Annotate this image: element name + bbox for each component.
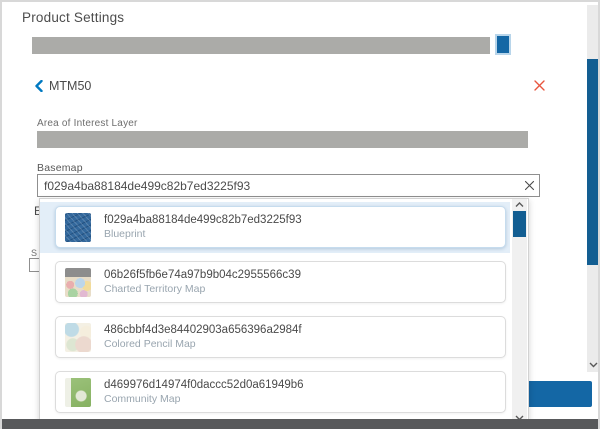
page-title: Product Settings	[22, 10, 124, 25]
basemap-list-item[interactable]: 486cbbf4d3e84402903a656396a2984f Colored…	[55, 313, 510, 363]
page-scrollbar[interactable]	[587, 5, 599, 372]
basemap-card[interactable]: d469976d14974f0daccc52d0a61949b6 Communi…	[55, 371, 506, 413]
basemap-label: Basemap	[37, 162, 83, 174]
close-icon[interactable]	[533, 79, 547, 93]
back-label: MTM50	[49, 79, 91, 93]
basemap-input[interactable]	[38, 179, 519, 193]
basemap-dropdown-list: f029a4ba88184de499c82b7ed3225f93 Bluepri…	[40, 199, 512, 423]
basemap-item-name: Charted Territory Map	[104, 283, 301, 295]
back-button[interactable]: MTM50	[35, 79, 91, 93]
basemap-thumbnail	[65, 323, 91, 352]
product-settings-dialog: Product Settings MTM50 Area of Interest …	[0, 0, 600, 429]
dropdown-scrollbar-thumb[interactable]	[513, 211, 526, 237]
basemap-thumbnail	[65, 378, 91, 407]
basemap-card[interactable]: 486cbbf4d3e84402903a656396a2984f Colored…	[55, 316, 506, 358]
product-color-chip[interactable]	[495, 34, 511, 55]
basemap-item-id: 06b26f5fb6e74a97b9b04c2955566c39	[104, 269, 301, 281]
basemap-thumbnail	[65, 268, 91, 297]
chevron-left-icon	[35, 80, 43, 92]
occluded-field-label-2: S	[31, 248, 37, 258]
redacted-product-field[interactable]	[32, 37, 490, 54]
basemap-list-item[interactable]: f029a4ba88184de499c82b7ed3225f93 Bluepri…	[40, 202, 510, 253]
save-button[interactable]	[526, 381, 592, 407]
chevron-up-icon[interactable]	[512, 199, 527, 210]
basemap-item-name: Community Map	[104, 393, 304, 405]
area-of-interest-input-redacted[interactable]	[37, 131, 528, 148]
basemap-card[interactable]: f029a4ba88184de499c82b7ed3225f93 Bluepri…	[55, 206, 506, 248]
basemap-item-id: f029a4ba88184de499c82b7ed3225f93	[104, 214, 302, 226]
basemap-item-id: 486cbbf4d3e84402903a656396a2984f	[104, 324, 302, 336]
basemap-thumbnail	[65, 213, 91, 242]
basemap-item-name: Blueprint	[104, 228, 302, 240]
area-of-interest-label: Area of Interest Layer	[37, 118, 138, 129]
page-scrollbar-thumb[interactable]	[587, 59, 599, 265]
basemap-card[interactable]: 06b26f5fb6e74a97b9b04c2955566c39 Charted…	[55, 261, 506, 303]
clear-icon[interactable]	[519, 175, 539, 196]
basemap-combobox	[37, 174, 540, 197]
basemap-list-item[interactable]: d469976d14974f0daccc52d0a61949b6 Communi…	[55, 368, 510, 418]
window-bottom-edge	[2, 419, 600, 429]
basemap-item-name: Colored Pencil Map	[104, 338, 302, 350]
basemap-dropdown-panel: f029a4ba88184de499c82b7ed3225f93 Bluepri…	[39, 198, 529, 424]
dropdown-scrollbar[interactable]	[512, 199, 527, 423]
basemap-item-id: d469976d14974f0daccc52d0a61949b6	[104, 379, 304, 391]
basemap-list-item[interactable]: 06b26f5fb6e74a97b9b04c2955566c39 Charted…	[55, 258, 510, 308]
chevron-down-icon[interactable]	[587, 359, 599, 371]
